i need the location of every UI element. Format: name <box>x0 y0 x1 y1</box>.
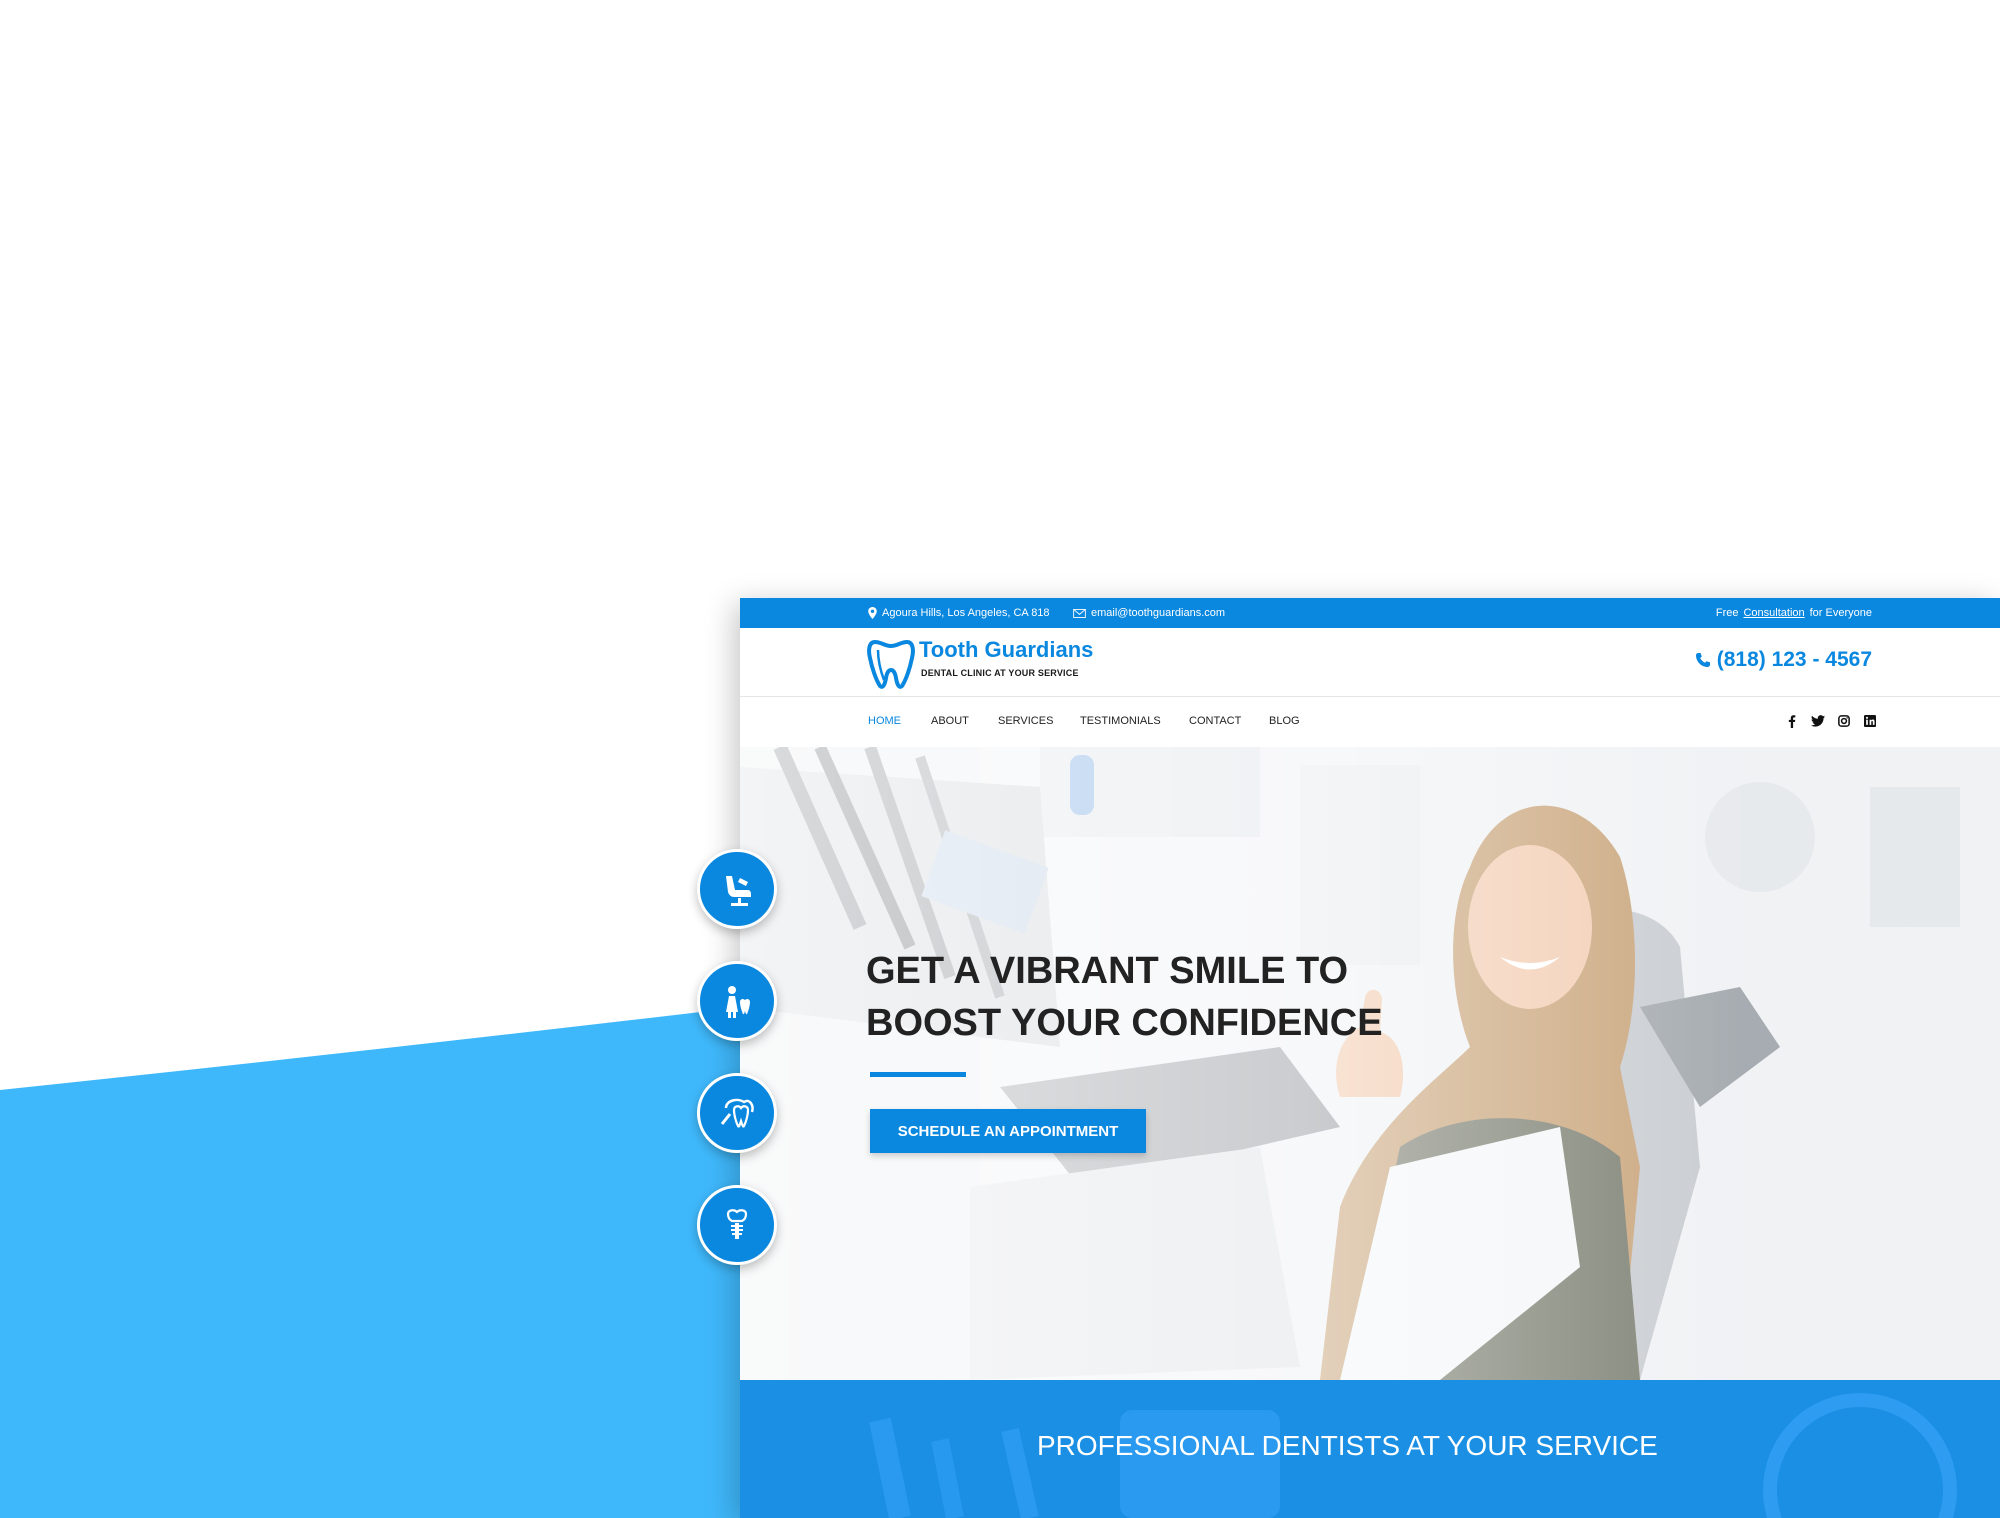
title-underline <box>870 1072 966 1077</box>
family-dentistry-icon <box>726 986 750 1018</box>
dental-implant-icon <box>726 1209 748 1239</box>
feature-dental-implant[interactable] <box>697 1185 777 1265</box>
schedule-appointment-button[interactable]: SCHEDULE AN APPOINTMENT <box>870 1109 1146 1153</box>
logo-name[interactable]: Tooth Guardians <box>919 637 1093 663</box>
tooth-care-icon <box>720 1098 754 1128</box>
main-nav: HOME ABOUT SERVICES TESTIMONIALS CONTACT… <box>740 697 2000 747</box>
top-info-bar: Agoura Hills, Los Angeles, CA 818 email@… <box>740 598 2000 628</box>
feature-tooth-care[interactable] <box>697 1073 777 1153</box>
nav-testimonials[interactable]: TESTIMONIALS <box>1080 715 1161 727</box>
instagram-icon[interactable] <box>1836 713 1852 729</box>
nav-home[interactable]: HOME <box>868 715 901 727</box>
site-header: Tooth Guardians DENTAL CLINIC AT YOUR SE… <box>740 628 2000 697</box>
phone-number[interactable]: (818) 123 - 4567 <box>1695 648 1872 672</box>
feature-dental-chair[interactable] <box>697 849 777 929</box>
tooth-logo-icon[interactable] <box>867 636 915 690</box>
address-text: Agoura Hills, Los Angeles, CA 818 <box>882 607 1050 619</box>
nav-contact[interactable]: CONTACT <box>1189 715 1241 727</box>
hero-title: GET A VIBRANT SMILE TO BOOST YOUR CONFID… <box>866 950 1383 1044</box>
email-item[interactable]: email@toothguardians.com <box>1073 598 1225 628</box>
hero-overlay <box>740 747 2000 1380</box>
promo-item: Free Consultation for Everyone <box>1716 598 1872 628</box>
location-pin-icon <box>868 607 877 619</box>
envelope-icon <box>1073 608 1086 618</box>
feature-family-dentistry[interactable] <box>697 961 777 1041</box>
services-band: PROFESSIONAL DENTISTS AT YOUR SERVICE <box>740 1380 2000 1518</box>
email-text[interactable]: email@toothguardians.com <box>1091 607 1225 619</box>
nav-services[interactable]: SERVICES <box>998 715 1053 727</box>
dental-chair-icon <box>726 876 751 906</box>
band-text: PROFESSIONAL DENTISTS AT YOUR SERVICE <box>1037 1430 1658 1461</box>
twitter-icon[interactable] <box>1810 713 1826 729</box>
address-item: Agoura Hills, Los Angeles, CA 818 <box>868 598 1050 628</box>
facebook-icon[interactable] <box>1784 713 1800 729</box>
nav-about[interactable]: ABOUT <box>931 715 969 727</box>
phone-text[interactable]: (818) 123 - 4567 <box>1717 648 1872 672</box>
consultation-link[interactable]: Consultation <box>1743 607 1804 619</box>
logo-tagline: DENTAL CLINIC AT YOUR SERVICE <box>921 668 1079 678</box>
linkedin-icon[interactable] <box>1862 713 1878 729</box>
phone-icon <box>1695 653 1710 667</box>
hero-section: GET A VIBRANT SMILE TO BOOST YOUR CONFID… <box>740 747 2000 1380</box>
promo-prefix: Free <box>1715 607 1739 619</box>
nav-blog[interactable]: BLOG <box>1269 715 1300 727</box>
website-mockup: Agoura Hills, Los Angeles, CA 818 email@… <box>740 598 2000 1518</box>
promo-suffix: for Everyone <box>1809 607 1872 619</box>
